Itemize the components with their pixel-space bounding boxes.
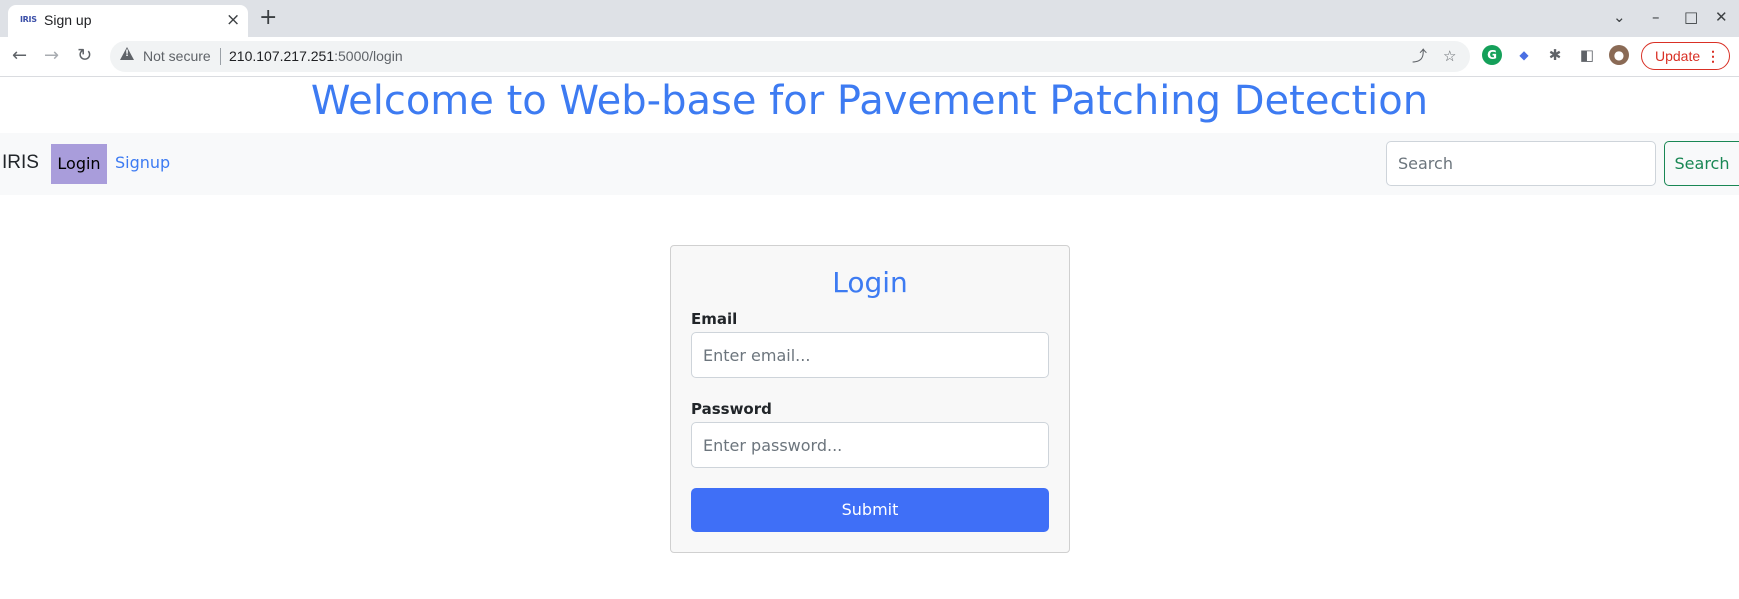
submit-button[interactable]: Submit	[691, 488, 1049, 532]
search-input[interactable]	[1386, 141, 1656, 186]
extension-icon[interactable]: ◆	[1514, 45, 1534, 65]
password-label: Password	[691, 400, 772, 418]
email-label: Email	[691, 310, 738, 328]
star-icon[interactable]: ☆	[1443, 47, 1456, 65]
tab-search-icon[interactable]: ⌄	[1613, 7, 1626, 27]
browser-tab-bar: IRIS Sign up × + ⌄ – □ ✕	[0, 0, 1739, 37]
brand-link[interactable]: IRIS	[2, 152, 39, 174]
page-title: Welcome to Web-base for Pavement Patchin…	[310, 78, 1429, 124]
email-field[interactable]	[691, 332, 1049, 378]
nav-login-link[interactable]: Login	[51, 144, 107, 184]
navbar: IRIS Login Signup Search	[0, 133, 1739, 195]
close-window-icon[interactable]: ✕	[1715, 7, 1728, 27]
grammarly-icon[interactable]: G	[1482, 45, 1502, 65]
reload-icon[interactable]: ↻	[77, 44, 92, 68]
address-bar[interactable]: Not secure 210.107.217.251:5000/login ⤴ …	[110, 41, 1470, 72]
divider	[220, 48, 221, 65]
security-status[interactable]: Not secure	[143, 48, 211, 64]
menu-icon: ⋮	[1706, 48, 1720, 64]
nav-signup-link[interactable]: Signup	[115, 153, 170, 172]
browser-tab[interactable]: IRIS Sign up ×	[8, 5, 248, 37]
forward-icon[interactable]: →	[44, 44, 59, 68]
maximize-icon[interactable]: □	[1684, 7, 1698, 27]
minimize-icon[interactable]: –	[1652, 7, 1660, 27]
login-card: Login Email Password Submit	[670, 245, 1070, 553]
close-tab-icon[interactable]: ×	[226, 10, 240, 30]
new-tab-icon[interactable]: +	[259, 6, 277, 30]
side-panel-icon[interactable]: ◧	[1577, 45, 1597, 65]
share-icon[interactable]: ⤴	[1412, 47, 1427, 65]
search-button[interactable]: Search	[1664, 141, 1739, 186]
login-title: Login	[832, 266, 908, 299]
update-button[interactable]: Update ⋮	[1641, 42, 1730, 70]
back-icon[interactable]: ←	[12, 44, 27, 68]
tab-title: Sign up	[44, 12, 92, 28]
puzzle-icon[interactable]: ✱	[1545, 45, 1565, 65]
password-field[interactable]	[691, 422, 1049, 468]
avatar[interactable]: ●	[1609, 45, 1629, 65]
favicon-icon: IRIS	[20, 15, 37, 24]
url-text[interactable]: 210.107.217.251:5000/login	[229, 48, 403, 64]
warning-icon	[120, 47, 134, 60]
browser-toolbar: ← → ↻ Not secure 210.107.217.251:5000/lo…	[0, 37, 1739, 77]
